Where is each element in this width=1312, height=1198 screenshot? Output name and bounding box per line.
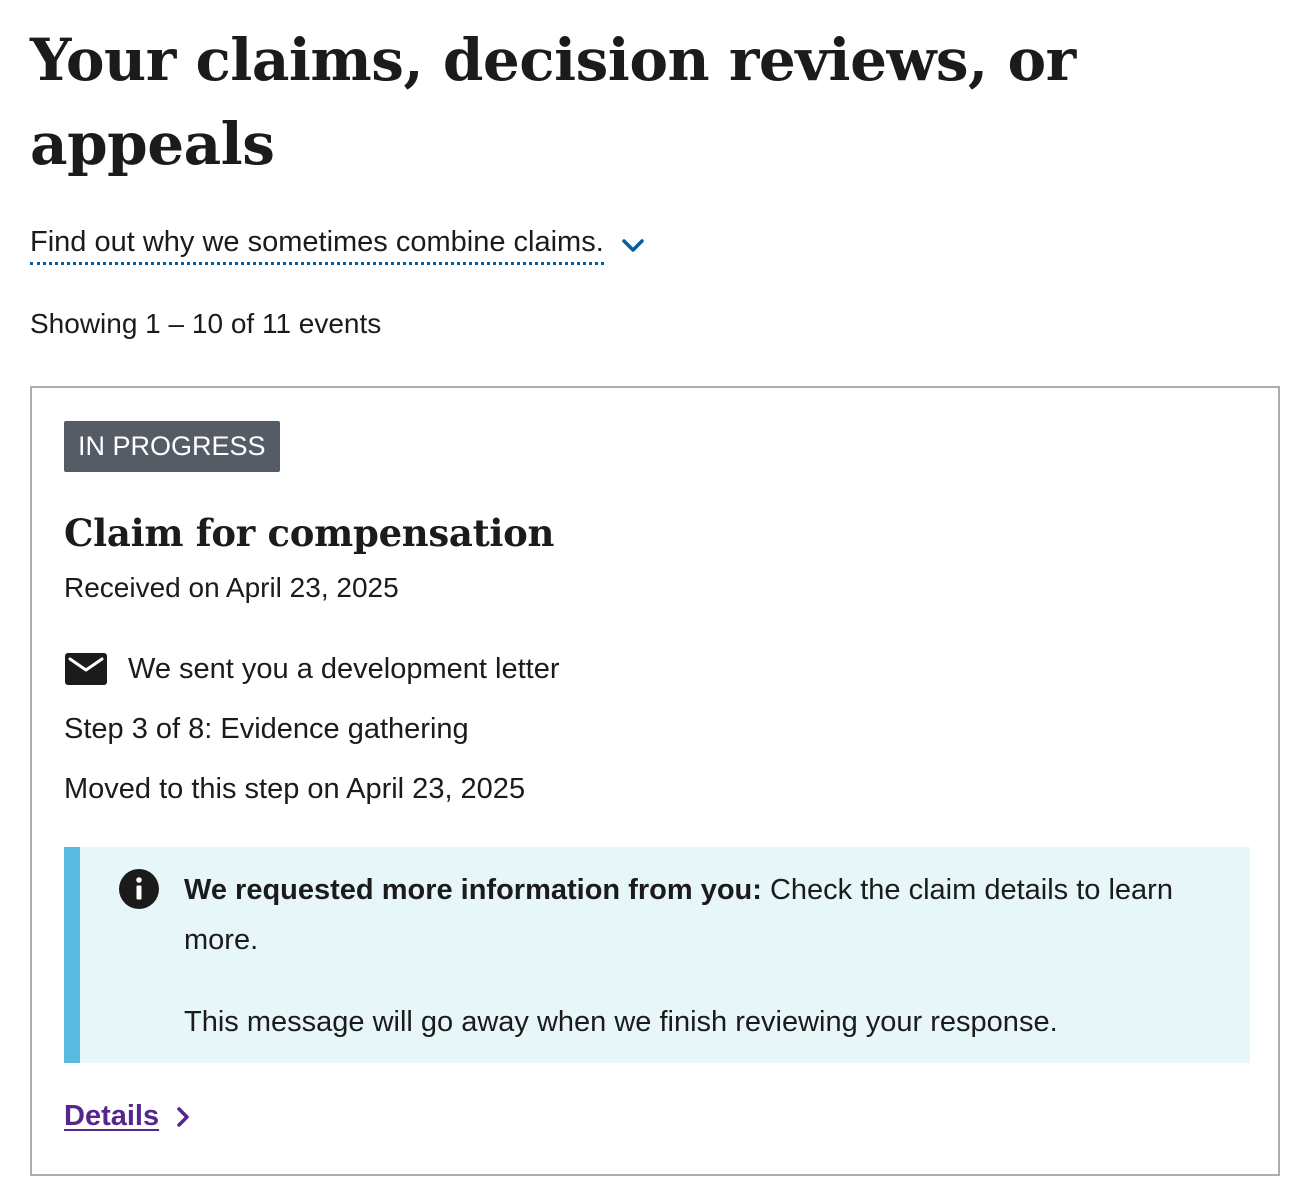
development-letter-text: We sent you a development letter	[128, 653, 560, 685]
chevron-down-icon[interactable]	[620, 233, 646, 259]
claim-title: Claim for compensation	[64, 511, 555, 555]
claim-step: Step 3 of 8: Evidence gathering	[64, 713, 469, 745]
alert-heading: We requested more information from you:	[184, 874, 762, 906]
alert-body: We requested more information from you: …	[184, 865, 1224, 1047]
status-badge: IN PROGRESS	[64, 421, 280, 472]
info-alert: We requested more information from you: …	[64, 847, 1250, 1063]
development-letter-row: We sent you a development letter	[64, 651, 560, 687]
details-link[interactable]: Details	[64, 1100, 159, 1133]
details-link-row[interactable]: Details	[64, 1100, 195, 1133]
mail-icon	[64, 652, 108, 686]
combine-claims-link[interactable]: Find out why we sometimes combine claims…	[30, 224, 604, 265]
alert-note: This message will go away when we finish…	[184, 1006, 1058, 1038]
claims-page: Your claims, decision reviews, or appeal…	[30, 0, 1282, 1176]
combine-claims-toggle[interactable]: Find out why we sometimes combine claims…	[30, 224, 1282, 265]
step-moved-date: Moved to this step on April 23, 2025	[64, 773, 526, 805]
results-count: Showing 1 – 10 of 11 events	[30, 308, 382, 339]
claim-card: IN PROGRESS Claim for compensation Recei…	[30, 386, 1280, 1176]
received-date: Received on April 23, 2025	[64, 572, 399, 603]
chevron-right-icon[interactable]	[171, 1103, 195, 1131]
info-icon	[118, 868, 160, 910]
page-title: Your claims, decision reviews, or appeal…	[30, 26, 1076, 178]
alert-message: We requested more information from you: …	[184, 865, 1224, 965]
